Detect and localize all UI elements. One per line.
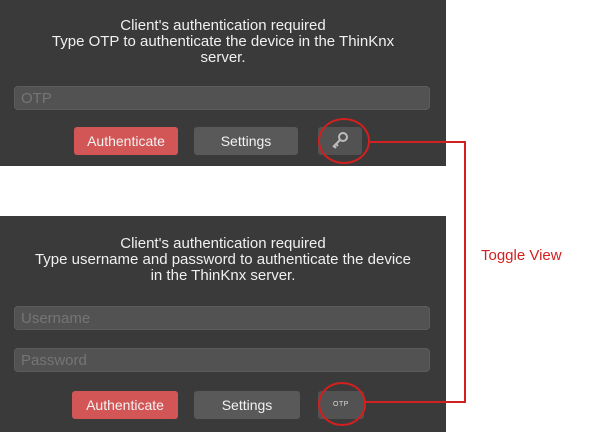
highlight-circle [318, 382, 366, 426]
credentials-auth-panel: Client's authentication required Type us… [0, 216, 446, 432]
authenticate-button[interactable]: Authenticate [72, 391, 178, 419]
password-input[interactable] [14, 348, 430, 372]
connector-line [464, 141, 466, 403]
auth-message: Client's authentication required Type us… [0, 236, 446, 284]
auth-message-title: Client's authentication required [120, 235, 326, 252]
otp-input[interactable] [14, 86, 430, 110]
username-input[interactable] [14, 306, 430, 330]
settings-button[interactable]: Settings [194, 127, 298, 155]
auth-message-instructions: Type OTP to authenticate the device in t… [51, 33, 395, 66]
auth-message-title: Client's authentication required [120, 17, 326, 34]
auth-message: Client's authentication required Type OT… [0, 18, 446, 66]
auth-message-instructions: Type username and password to authentica… [34, 251, 412, 284]
highlight-circle [318, 118, 370, 164]
toggle-view-annotation: Toggle View [481, 247, 562, 264]
settings-button[interactable]: Settings [194, 391, 300, 419]
connector-line [369, 141, 466, 143]
authenticate-button[interactable]: Authenticate [74, 127, 178, 155]
connector-line [364, 401, 466, 403]
